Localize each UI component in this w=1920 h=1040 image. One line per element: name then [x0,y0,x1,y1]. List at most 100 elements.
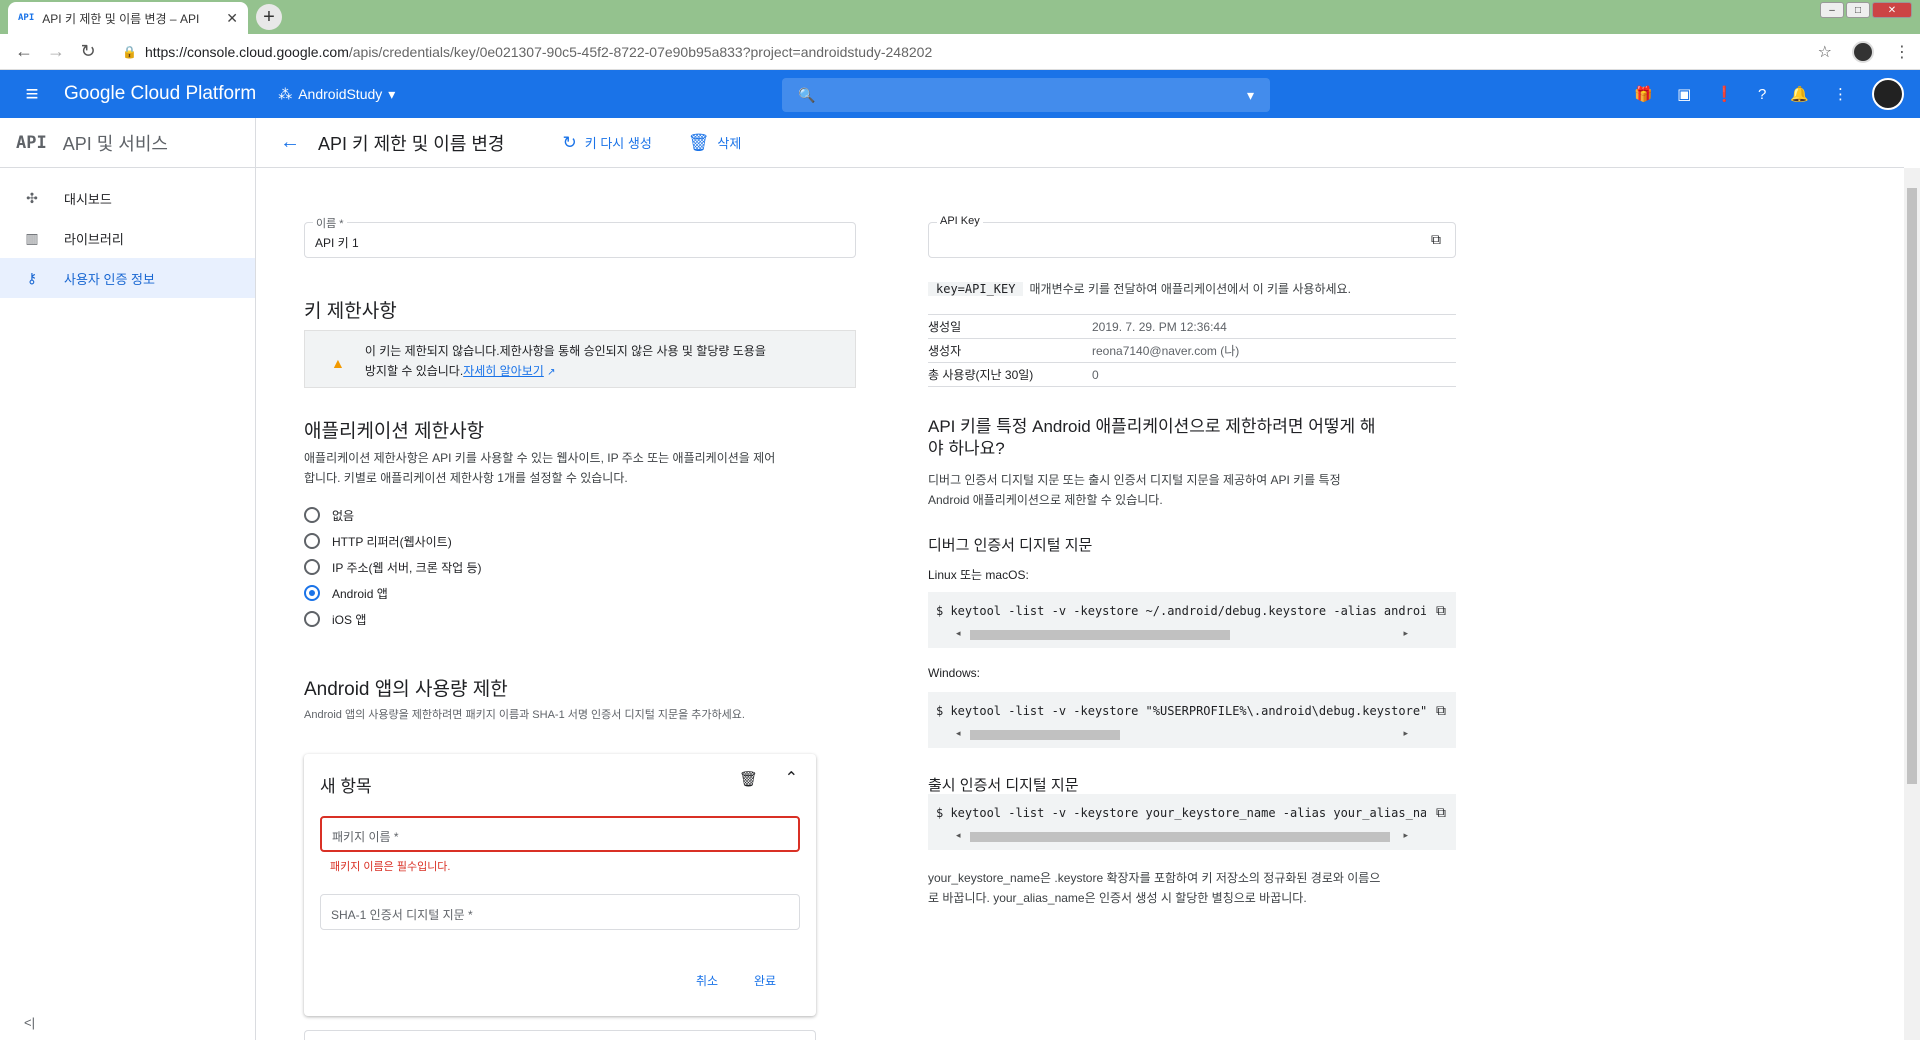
scroll-right-icon[interactable]: ▸ [1403,728,1408,739]
project-selector[interactable]: ⁂ AndroidStudy ▾ [278,86,395,103]
debug-fingerprint-heading: 디버그 인증서 디지털 지문 [928,537,1093,554]
cancel-button[interactable]: 취소 [696,972,718,989]
browser-tab[interactable]: API API 키 제한 및 이름 변경 – API ✕ [8,2,248,34]
browser-menu-icon[interactable]: ⋮ [1894,42,1910,62]
sidebar-item-dashboard[interactable]: ✣ 대시보드 [0,178,255,218]
profile-avatar[interactable] [1852,40,1874,63]
new-tab-button[interactable]: + [256,4,282,30]
copy-icon[interactable]: ⧉ [1436,804,1446,821]
tab-title: API 키 제한 및 이름 변경 – API [42,11,200,26]
radio-label: Android 앱 [332,586,388,601]
radio-ip-address[interactable]: IP 주소(웹 서버, 크론 작업 등) [304,554,482,580]
windows-command[interactable]: $ keytool -list -v -keystore "%USERPROFI… [936,704,1426,718]
api-favicon-icon: API [18,13,35,23]
scrollbar-thumb[interactable] [970,630,1230,640]
brand-title[interactable]: Google Cloud Platform [64,83,256,105]
radio-button[interactable] [304,559,320,575]
name-field[interactable]: 이름 * API 키 1 [304,215,856,258]
linux-command[interactable]: $ keytool -list -v -keystore ~/.android/… [936,604,1426,618]
close-window-icon[interactable]: ✕ [1872,2,1912,18]
release-note-line2: 로 바꿉니다. your_alias_name은 인증서 생성 시 할당한 별칭… [928,891,1307,905]
notifications-bell-icon[interactable]: 🔔 [1790,85,1809,103]
meta-key: 총 사용량(지난 30일) [928,368,1034,382]
name-field-value[interactable]: API 키 1 [315,234,359,251]
sha1-fingerprint-input[interactable]: SHA-1 인증서 디지털 지문 * [320,894,800,930]
feedback-icon[interactable]: ❗ [1715,85,1734,103]
sidebar-item-credentials[interactable]: ⚷ 사용자 인증 정보 [0,258,255,298]
back-nav-icon[interactable]: ← [10,41,38,62]
scrollbar-thumb[interactable] [970,832,1390,842]
sidebar-item-label: 사용자 인증 정보 [64,271,155,287]
api-key-field[interactable]: API Key ⧉ [928,215,1456,258]
scroll-left-icon[interactable]: ◂ [956,830,961,841]
done-button[interactable]: 완료 [754,972,776,989]
user-avatar[interactable] [1872,78,1904,110]
project-name: AndroidStudy [298,86,383,102]
key-icon: ⚷ [26,269,38,286]
help-icon[interactable]: ? [1758,86,1766,103]
close-tab-icon[interactable]: ✕ [226,10,238,27]
warning-text-line2: 방지할 수 있습니다. [364,364,464,378]
linux-label: Linux 또는 macOS: [928,568,1029,582]
bookmark-star-icon[interactable]: ☆ [1818,42,1832,62]
android-restriction-heading: Android 앱의 사용량 제한 [304,679,508,700]
gift-icon[interactable]: 🎁 [1634,85,1653,103]
forward-nav-icon[interactable]: → [42,41,70,62]
release-command[interactable]: $ keytool -list -v -keystore your_keysto… [936,806,1426,820]
copy-icon[interactable]: ⧉ [1436,602,1446,619]
radio-http-referrer[interactable]: HTTP 리퍼러(웹사이트) [304,528,482,554]
package-name-input[interactable]: 패키지 이름 * [320,816,800,852]
radio-none[interactable]: 없음 [304,502,482,528]
package-name-placeholder: 패키지 이름 * [332,830,399,844]
delete-button[interactable]: 🗑 삭제 [688,133,742,153]
scroll-right-icon[interactable]: ▸ [1403,830,1408,841]
radio-button[interactable] [304,507,320,523]
dashboard-icon: ✣ [26,189,38,206]
more-vert-icon[interactable]: ⋮ [1833,85,1848,103]
howto-heading-line2: 야 하나요? [928,439,1005,458]
search-bar[interactable]: 🔍 ▾ [782,78,1270,112]
scrollbar-thumb[interactable] [970,730,1120,740]
hamburger-menu-icon[interactable]: ≡ [0,81,64,107]
howto-desc-line1: 디버그 인증서 디지털 지문 또는 출시 인증서 디지털 지문을 제공하여 AP… [928,473,1341,487]
sidebar-title: API 및 서비스 [62,133,168,154]
scroll-right-icon[interactable]: ▸ [1403,628,1408,639]
app-restrictions-description: 애플리케이션 제한사항은 API 키를 사용할 수 있는 웹사이트, IP 주소… [304,448,864,488]
name-field-label: 이름 * [313,215,347,231]
back-arrow-icon[interactable]: ← [262,131,318,154]
copy-key-icon[interactable]: ⧉ [1431,231,1441,248]
chevron-up-icon[interactable]: ⌃ [785,768,798,788]
minimize-icon[interactable]: – [1820,2,1844,18]
radio-android-app[interactable]: Android 앱 [304,580,482,606]
cloud-shell-icon[interactable]: ▣ [1677,85,1691,103]
search-expand-icon[interactable]: ▾ [1247,87,1254,104]
key-param-text: 매개변수로 키를 전달하여 애플리케이션에서 이 키를 사용하세요. [1029,282,1351,296]
maximize-icon[interactable]: □ [1846,2,1870,18]
search-icon: 🔍 [798,86,816,103]
horizontal-scrollbar[interactable]: ◂ ▸ [956,728,1408,740]
sidebar-item-library[interactable]: ▥ 라이브러리 [0,218,255,258]
reload-icon[interactable]: ↻ [74,41,102,62]
sidebar-header: API API 및 서비스 [0,118,255,168]
regenerate-label: 키 다시 생성 [584,136,652,151]
address-bar: ← → ↻ 🔒 https://console.cloud.google.com… [0,34,1920,70]
url-field[interactable]: 🔒 https://console.cloud.google.com/apis/… [122,44,1818,60]
url-host: https://console.cloud.google.com [144,43,349,60]
regenerate-key-button[interactable]: ↻ 키 다시 생성 [563,133,652,153]
scroll-left-icon[interactable]: ◂ [956,628,961,639]
scrollbar-thumb[interactable] [1907,188,1917,784]
scroll-left-icon[interactable]: ◂ [956,728,961,739]
radio-button[interactable] [304,611,320,627]
learn-more-link[interactable]: 자세히 알아보기 [463,364,544,378]
copy-icon[interactable]: ⧉ [1436,702,1446,719]
horizontal-scrollbar[interactable]: ◂ ▸ [956,628,1408,640]
window-controls: – □ ✕ [1820,2,1912,18]
vertical-scrollbar[interactable] [1904,168,1920,1040]
radio-ios-app[interactable]: iOS 앱 [304,606,482,632]
horizontal-scrollbar[interactable]: ◂ ▸ [956,830,1408,842]
collapse-sidebar-icon[interactable]: <| [24,1015,35,1030]
radio-button-selected[interactable] [304,585,320,601]
delete-item-trash-icon[interactable]: 🗑 [739,770,758,788]
radio-button[interactable] [304,533,320,549]
url-path: /apis/credentials/key/0e021307-90c5-45f2… [348,43,933,60]
